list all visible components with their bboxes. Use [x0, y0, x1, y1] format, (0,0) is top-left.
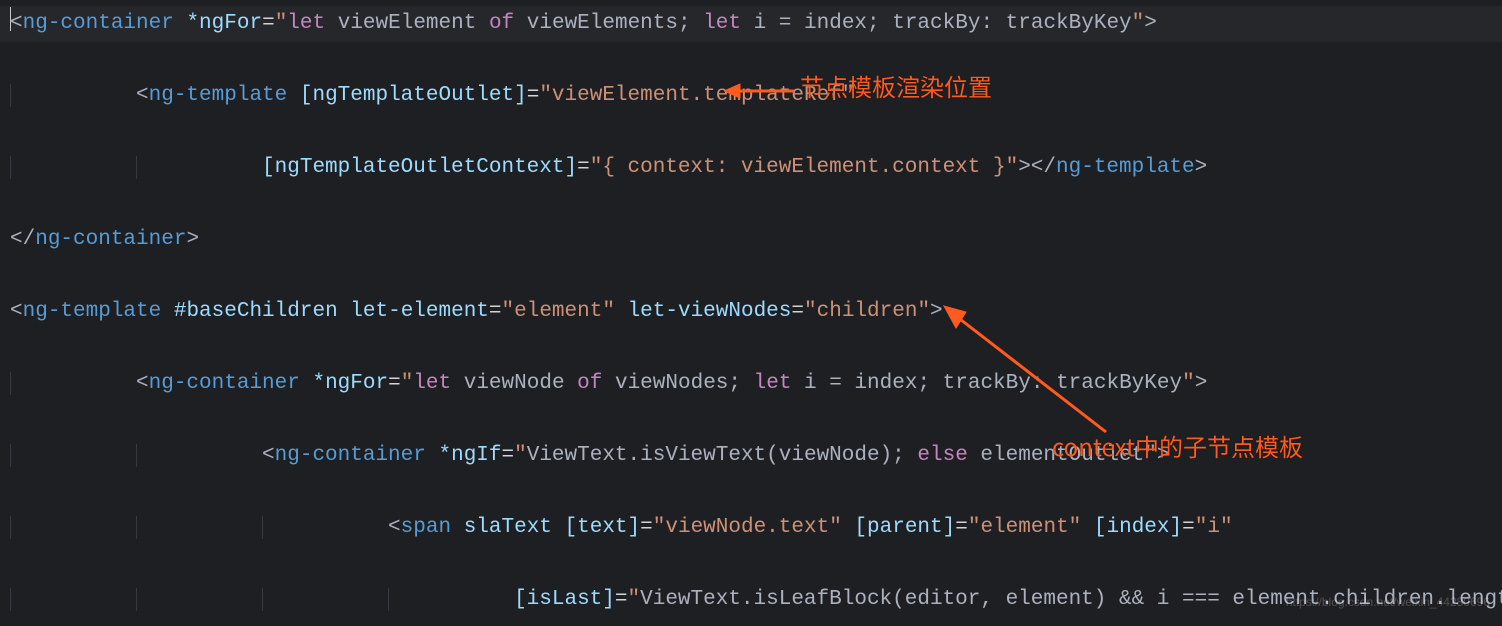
code-line[interactable]: <span slaText [text]="viewNode.text" [pa…: [10, 510, 1492, 546]
code-line[interactable]: <ng-container *ngFor="let viewElement of…: [10, 6, 1492, 42]
code-block[interactable]: <ng-container *ngFor="let viewElement of…: [0, 0, 1502, 626]
tag: ng-template: [149, 84, 288, 107]
angle-bracket: <: [10, 12, 23, 35]
code-line[interactable]: [isLast]="ViewText.isLeafBlock(editor, e…: [10, 582, 1492, 618]
code-line[interactable]: <ng-template #baseChildren let-element="…: [10, 294, 1492, 330]
code-line[interactable]: [ngTemplateOutletContext]="{ context: vi…: [10, 150, 1492, 186]
code-editor[interactable]: <ng-container *ngFor="let viewElement of…: [0, 0, 1502, 626]
attr: *ngFor: [186, 12, 262, 35]
code-line[interactable]: <ng-template [ngTemplateOutlet]="viewEle…: [10, 78, 1492, 114]
code-line[interactable]: </ng-container>: [10, 222, 1492, 258]
code-line[interactable]: <ng-container *ngIf="ViewText.isViewText…: [10, 438, 1492, 474]
code-line[interactable]: <ng-container *ngFor="let viewNode of vi…: [10, 366, 1492, 402]
attr: [ngTemplateOutletContext]: [262, 156, 577, 179]
tag: ng-container: [23, 12, 174, 35]
attr: [ngTemplateOutlet]: [300, 84, 527, 107]
watermark: https://blog.csdn.net/weixin_44280696: [1286, 584, 1490, 620]
